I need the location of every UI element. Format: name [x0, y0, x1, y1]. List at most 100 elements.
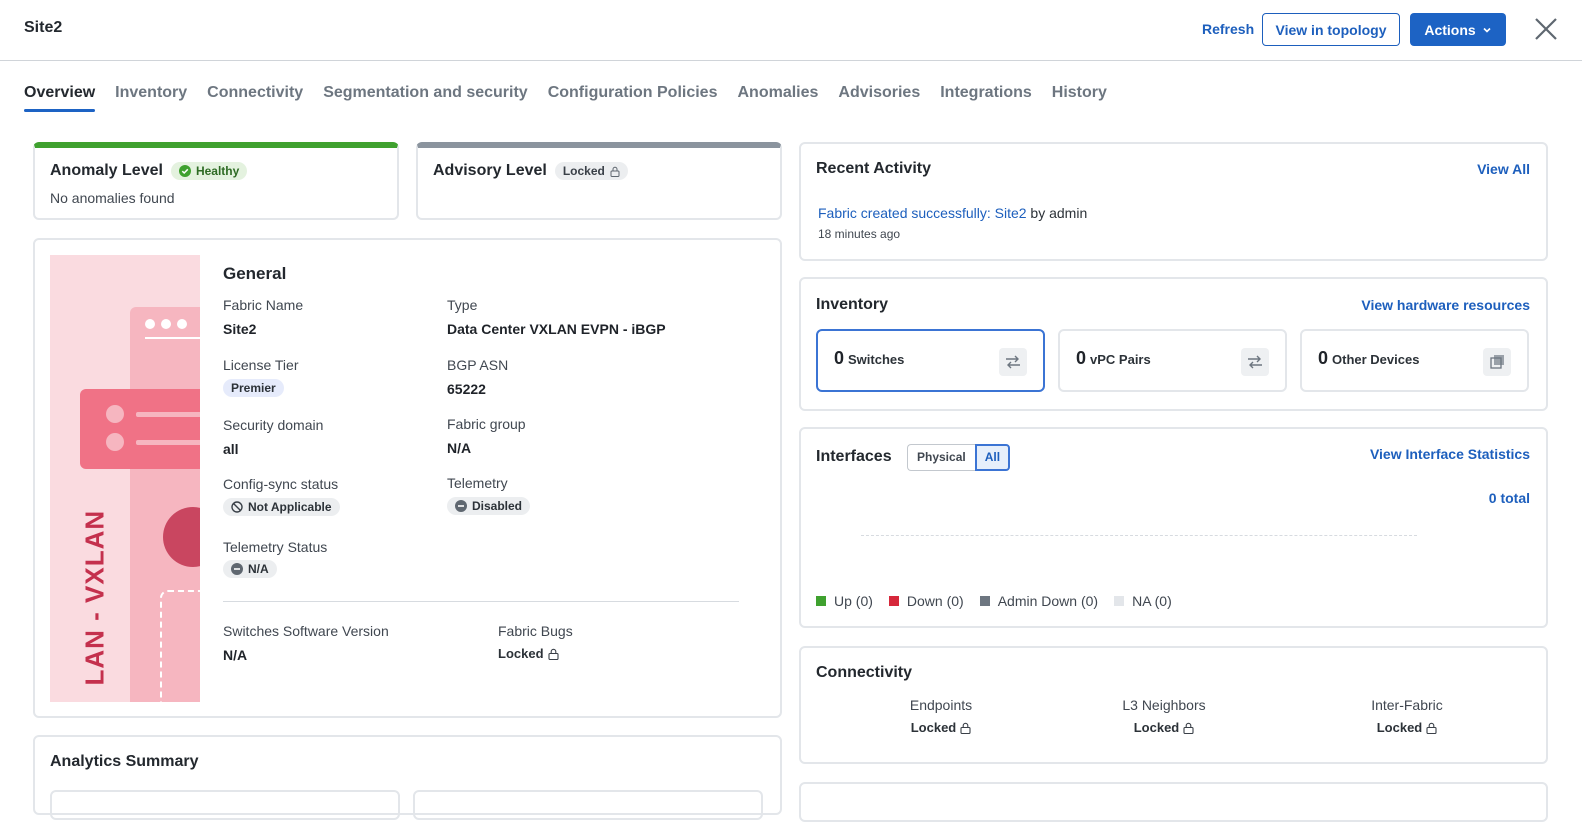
inter-fabric-label: Inter-Fabric	[1371, 697, 1443, 713]
actions-label: Actions	[1424, 21, 1476, 38]
devices-stack-icon	[1483, 348, 1511, 376]
telemetry-status-label: Telemetry Status	[223, 539, 328, 555]
general-card: LAN - VXLAN General Fabric Name Site2 Ty…	[33, 238, 782, 718]
lock-icon	[610, 166, 620, 177]
recent-activity-title: Recent Activity	[816, 160, 931, 177]
vpc-pairs-count: 0	[1076, 348, 1087, 368]
legend-na-label: NA (0)	[1132, 593, 1172, 609]
inventory-other-devices-box[interactable]: 0 Other Devices	[1300, 329, 1529, 392]
inventory-switches-box[interactable]: 0 Switches	[816, 329, 1045, 392]
page-header: Site2 Refresh View in topology Actions	[0, 0, 1582, 61]
telemetry-status-badge: N/A	[223, 560, 277, 578]
locked-badge: Locked	[554, 162, 628, 180]
legend-up-label: Up (0)	[834, 593, 873, 609]
status-badge: Healthy	[170, 162, 248, 180]
anomaly-badge-label: Healthy	[195, 164, 240, 178]
interfaces-title: Interfaces	[816, 448, 892, 465]
inter-fabric-item: Inter-Fabric Locked	[1342, 697, 1472, 737]
next-card	[799, 782, 1548, 822]
tab-connectivity[interactable]: Connectivity	[207, 84, 303, 112]
interfaces-total: 0 total	[1488, 490, 1530, 506]
illustration-label: LAN - VXLAN	[79, 509, 110, 686]
anomaly-level-title: Anomaly Level	[50, 162, 163, 179]
inventory-vpc-pairs-box[interactable]: 0 vPC Pairs	[1058, 329, 1287, 392]
type-label: Type	[447, 297, 478, 313]
config-sync-label: Config-sync status	[223, 476, 339, 492]
close-icon[interactable]	[1533, 16, 1559, 42]
refresh-button[interactable]: Refresh	[1202, 21, 1254, 37]
analytics-summary-card: Analytics Summary	[33, 735, 782, 820]
config-sync-value: Not Applicable	[248, 500, 332, 514]
ban-icon	[231, 501, 243, 513]
l3-neighbors-value-text: Locked	[1133, 720, 1180, 735]
security-domain-label: Security domain	[223, 417, 324, 433]
other-devices-count: 0	[1318, 348, 1329, 368]
config-sync-badge: Not Applicable	[223, 498, 340, 516]
activity-link[interactable]: Fabric created successfully: Site2	[818, 205, 1027, 221]
anomaly-subtitle: No anomalies found	[50, 190, 175, 206]
activity-item: Fabric created successfully: Site2 by ad…	[818, 205, 1087, 221]
anomaly-level-card: Anomaly Level Healthy No anomalies found	[33, 142, 399, 220]
interfaces-chart-baseline	[861, 535, 1417, 536]
chevron-down-icon	[1483, 27, 1491, 33]
toggle-physical[interactable]: Physical	[907, 444, 975, 471]
tab-advisories[interactable]: Advisories	[838, 84, 920, 112]
l3-neighbors-item: L3 Neighbors Locked	[1099, 697, 1229, 737]
fabric-name-value: Site2	[223, 321, 257, 337]
actions-button[interactable]: Actions	[1410, 13, 1506, 46]
endpoints-label: Endpoints	[909, 697, 973, 713]
tab-anomalies[interactable]: Anomalies	[737, 84, 818, 112]
fabric-bugs-label: Fabric Bugs	[498, 623, 573, 639]
vpc-pairs-label: vPC Pairs	[1090, 352, 1151, 367]
view-interface-statistics-link[interactable]: View Interface Statistics	[1370, 446, 1530, 462]
fabric-bugs-value: Locked	[498, 646, 559, 661]
lock-icon	[1183, 722, 1194, 734]
advisory-level-title: Advisory Level	[433, 162, 547, 179]
sw-version-label: Switches Software Version	[223, 623, 389, 639]
tab-overview[interactable]: Overview	[24, 84, 96, 112]
sw-version-value: N/A	[223, 647, 248, 663]
divider	[223, 601, 739, 602]
bgp-asn-label: BGP ASN	[447, 357, 509, 373]
inter-fabric-value-text: Locked	[1376, 720, 1423, 735]
switches-label: Switches	[848, 352, 905, 367]
legend-down-label: Down (0)	[906, 593, 964, 609]
lock-icon	[960, 722, 971, 734]
advisory-badge-label: Locked	[562, 164, 605, 178]
fabric-group-value: N/A	[447, 440, 472, 456]
other-devices-label: Other Devices	[1332, 352, 1420, 367]
inventory-card: Inventory View hardware resources 0 Switc…	[799, 277, 1548, 411]
security-domain-value: all	[223, 441, 239, 457]
tab-segmentation[interactable]: Segmentation and security	[323, 84, 528, 112]
page-title: Site2	[24, 19, 63, 36]
endpoints-value: Locked	[911, 720, 972, 735]
tab-configuration-policies[interactable]: Configuration Policies	[548, 84, 718, 112]
tab-bar: Overview Inventory Connectivity Segmenta…	[24, 84, 1127, 114]
interfaces-legend: Up (0) Down (0) Admin Down (0) NA (0)	[816, 593, 1188, 609]
fabric-bugs-text: Locked	[498, 646, 544, 661]
legend-na: NA (0)	[1114, 593, 1172, 609]
view-all-link[interactable]: View All	[1477, 161, 1530, 177]
tab-inventory[interactable]: Inventory	[115, 84, 187, 112]
recent-activity-card: Recent Activity View All Fabric created …	[799, 142, 1548, 261]
telemetry-status-value: N/A	[248, 562, 269, 576]
type-value: Data Center VXLAN EVPN - iBGP	[447, 321, 666, 337]
view-in-topology-button[interactable]: View in topology	[1262, 13, 1400, 46]
inter-fabric-value: Locked	[1377, 720, 1438, 735]
tab-integrations[interactable]: Integrations	[940, 84, 1032, 112]
telemetry-value: Disabled	[472, 499, 523, 513]
tab-history[interactable]: History	[1052, 84, 1107, 112]
view-hardware-resources-link[interactable]: View hardware resources	[1361, 297, 1530, 313]
inventory-title: Inventory	[816, 296, 889, 313]
activity-time: 18 minutes ago	[818, 227, 901, 241]
analytics-panel-left	[50, 790, 400, 820]
lock-icon	[547, 648, 559, 660]
legend-admin-down: Admin Down (0)	[979, 593, 1098, 609]
general-title: General	[223, 264, 287, 283]
endpoints-item: Endpoints Locked	[876, 697, 1006, 737]
fabric-illustration: LAN - VXLAN	[50, 255, 200, 702]
endpoints-value-text: Locked	[910, 720, 957, 735]
advisory-level-card: Advisory Level Locked	[416, 142, 782, 220]
toggle-all[interactable]: All	[974, 444, 1011, 471]
check-circle-icon	[178, 165, 191, 177]
